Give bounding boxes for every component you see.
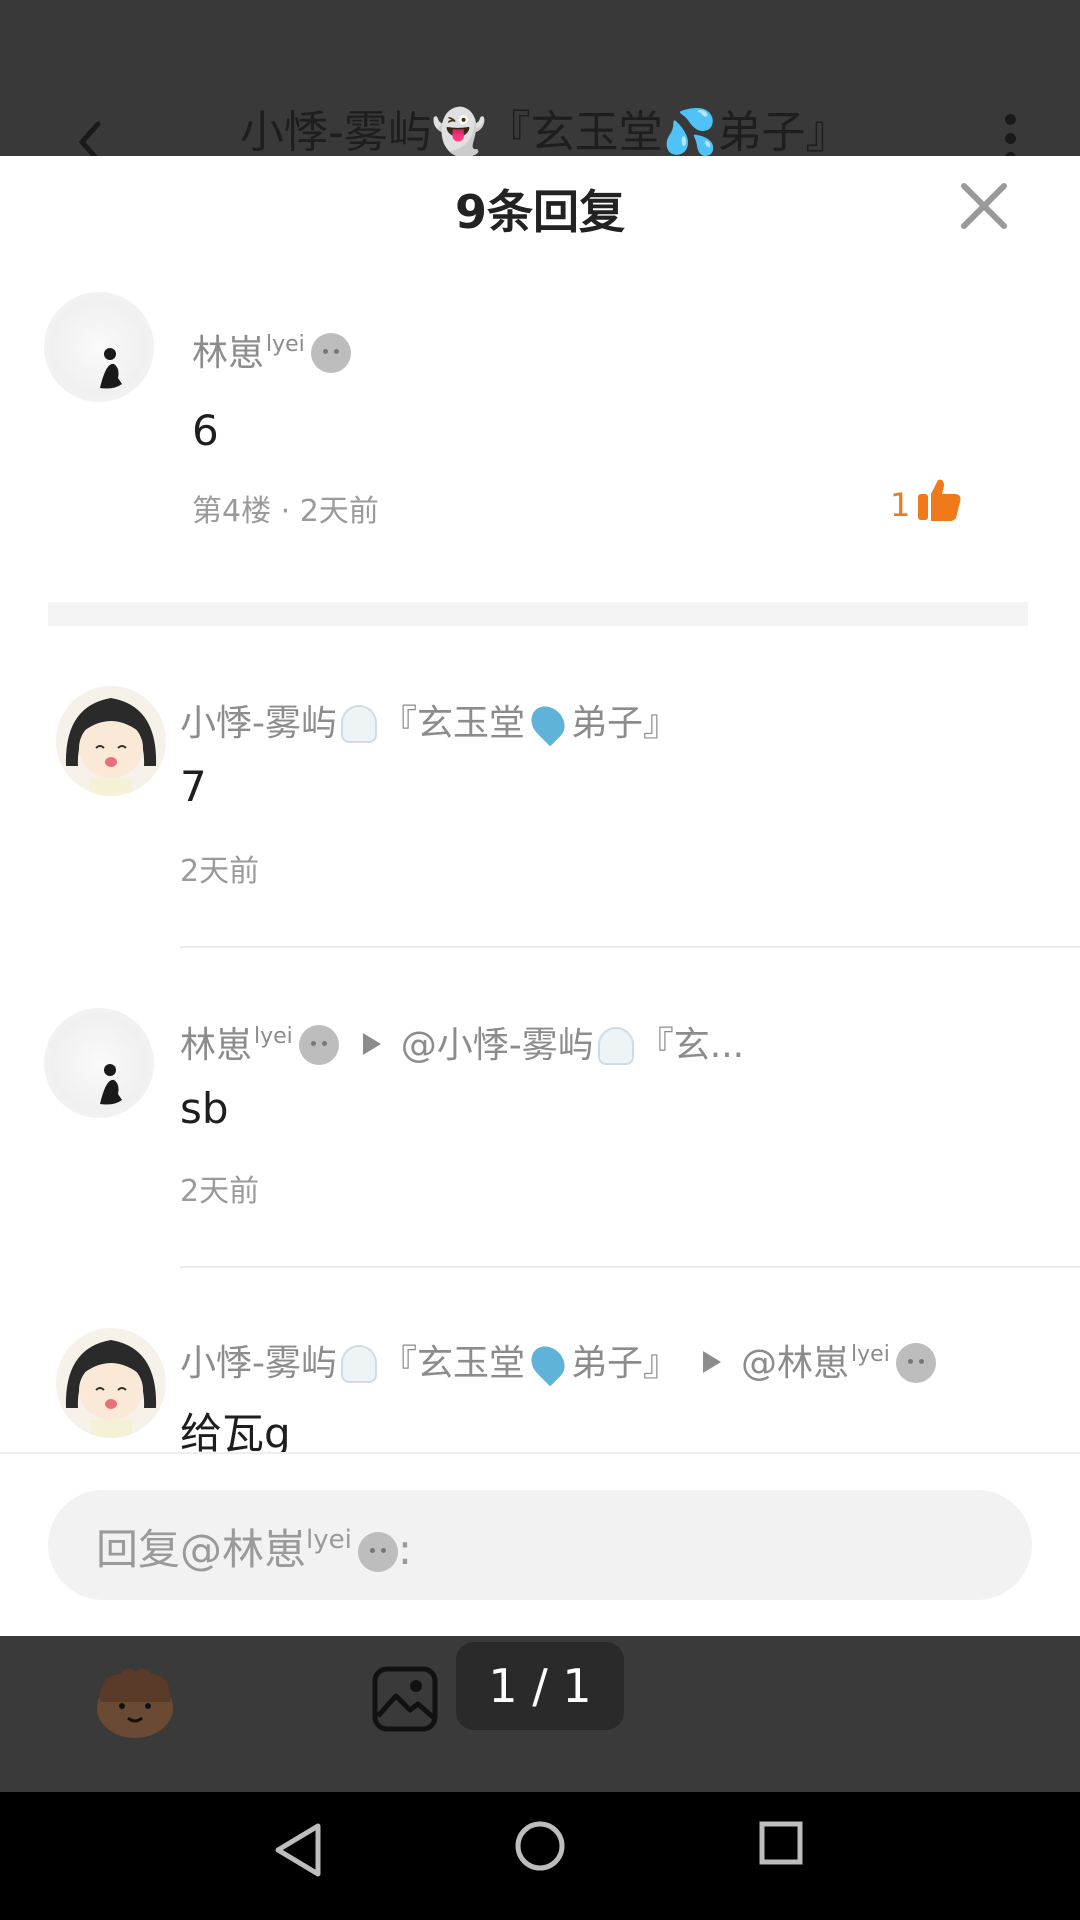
reply-time: 2天前 xyxy=(180,1174,260,1209)
emoji-face-icon xyxy=(357,1532,398,1572)
water-drop-icon xyxy=(524,1339,572,1387)
section-divider xyxy=(48,602,1028,626)
emoji-face-icon xyxy=(310,333,351,373)
reply-input-bar: 回复@林崽lyei: xyxy=(0,1452,1080,1636)
system-nav-bar xyxy=(0,1792,1080,1920)
compose-toolbar: 1 / 1 xyxy=(0,1636,1080,1792)
app-header: 小悸-雾屿👻『玄玉堂💦弟子』 xyxy=(0,0,1080,163)
reply-author-name[interactable]: 小悸-雾屿 『玄玉堂 弟子』 @林崽lyei xyxy=(180,1334,936,1387)
sheet-title: 9条回复 xyxy=(454,185,625,239)
nav-home-icon[interactable] xyxy=(514,1820,566,1872)
ghost-emoji-icon xyxy=(341,705,377,743)
avatar-girl-icon xyxy=(65,1340,157,1438)
reply-target[interactable]: @林崽lyei xyxy=(741,1342,936,1384)
avatar[interactable] xyxy=(56,686,166,796)
avatar[interactable] xyxy=(56,1328,166,1438)
reply-target[interactable]: @小悸-雾屿 『玄... xyxy=(401,1025,744,1066)
reply-arrow-icon xyxy=(362,1033,381,1055)
thumbs-up-icon[interactable] xyxy=(914,474,964,524)
emoji-sticker-icon[interactable] xyxy=(92,1662,178,1742)
replies-sheet: 9条回复 林崽lyei 6 第4楼 · 2天前 1 小悸-雾屿 『玄玉堂 弟子』 7 xyxy=(0,156,1080,1636)
ghost-emoji-icon xyxy=(341,1345,377,1383)
image-picker-icon[interactable] xyxy=(370,1664,440,1734)
ghost-emoji-icon xyxy=(597,1027,634,1065)
reply-author-name[interactable]: 林崽lyei @小悸-雾屿 『玄... xyxy=(180,1016,744,1068)
reply-content: 7 xyxy=(180,762,207,811)
emoji-face-icon xyxy=(298,1025,339,1065)
nav-recents-icon[interactable] xyxy=(758,1820,804,1866)
emoji-face-icon xyxy=(895,1343,936,1383)
reply-arrow-icon xyxy=(703,1351,722,1373)
page-indicator: 1 / 1 xyxy=(456,1642,624,1730)
post-author-name[interactable]: 林崽lyei xyxy=(192,324,351,376)
thread-title: 小悸-雾屿👻『玄玉堂💦弟子』 xyxy=(240,107,850,158)
reply-content: sb xyxy=(180,1084,229,1133)
close-icon[interactable] xyxy=(956,178,1012,234)
avatar[interactable] xyxy=(44,1008,154,1118)
avatar-figure-icon xyxy=(100,348,122,389)
water-drop-icon xyxy=(524,699,572,747)
nav-back-icon[interactable] xyxy=(270,1820,330,1880)
avatar-figure-icon xyxy=(100,1064,122,1105)
reply-input[interactable]: 回复@林崽lyei: xyxy=(48,1490,1032,1600)
like-count: 1 xyxy=(890,486,911,524)
post-meta: 第4楼 · 2天前 xyxy=(192,494,379,529)
more-options-icon[interactable] xyxy=(1000,114,1020,163)
post-content: 6 xyxy=(192,406,219,455)
reply-separator xyxy=(180,946,1080,948)
reply-separator xyxy=(180,1266,1080,1268)
avatar[interactable] xyxy=(44,292,154,402)
avatar-girl-icon xyxy=(65,698,157,796)
reply-author-name[interactable]: 小悸-雾屿 『玄玉堂 弟子』 xyxy=(180,694,679,747)
reply-time: 2天前 xyxy=(180,854,260,889)
